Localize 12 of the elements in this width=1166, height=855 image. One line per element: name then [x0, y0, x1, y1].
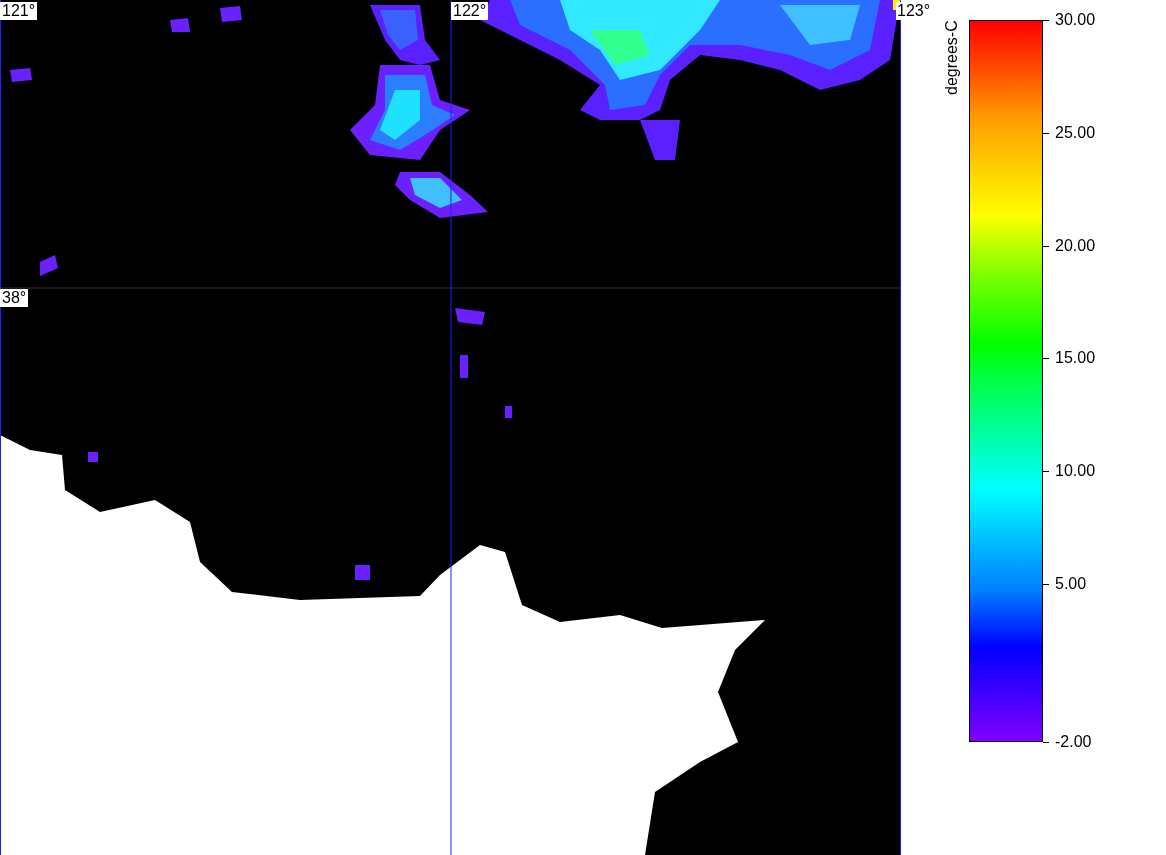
scale-tick-label: 20.00 — [1055, 236, 1096, 255]
scale-tick-label: 25.00 — [1055, 123, 1096, 142]
scale-tick-label: 15.00 — [1055, 349, 1096, 368]
longitude-label: 122° — [451, 2, 489, 20]
scale-tick-label: 30.00 — [1055, 11, 1096, 29]
scale-tick-label: 5.00 — [1055, 575, 1087, 594]
scale-tick-label: 10.00 — [1055, 462, 1096, 481]
scale-tick-label: -2.00 — [1055, 733, 1092, 751]
longitude-label: 123° — [896, 2, 933, 20]
latitude-label: 38° — [0, 289, 29, 307]
colorbar-title: degrees-C — [943, 20, 961, 97]
longitude-label: 121° — [0, 2, 38, 20]
